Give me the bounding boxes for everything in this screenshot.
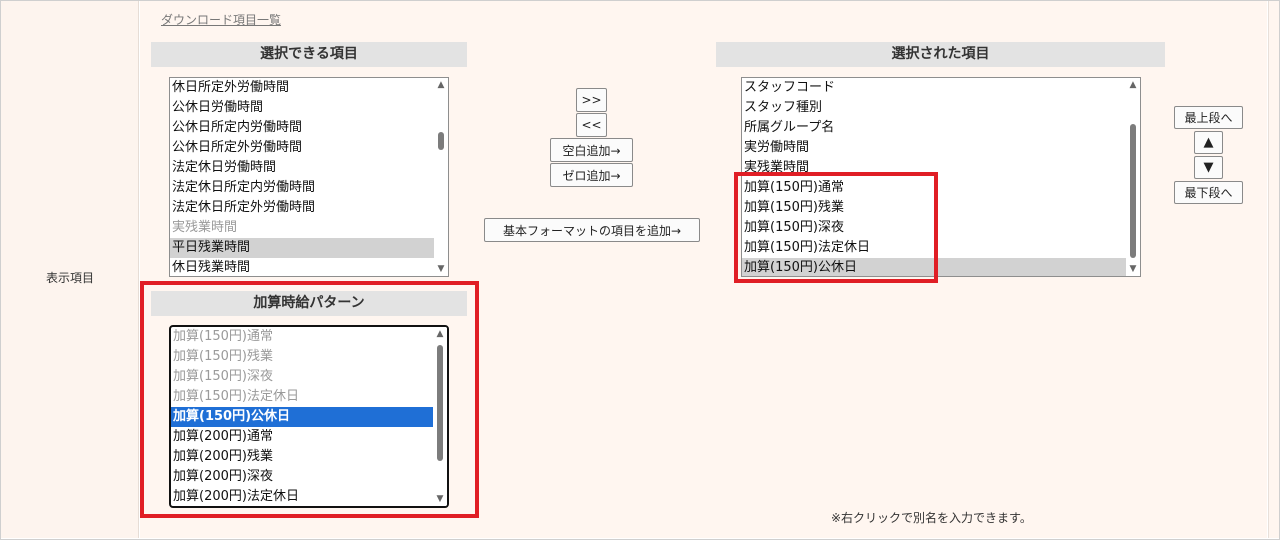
scroll-down-arrow-icon[interactable]: ▼ <box>436 264 446 274</box>
selected-items-header: 選択された項目 <box>716 42 1165 67</box>
scroll-down-arrow-icon[interactable]: ▼ <box>1128 264 1138 274</box>
list-item[interactable]: 法定休日所定内労働時間 <box>170 178 434 198</box>
available-items-scrollbar[interactable]: ▲ ▼ <box>434 78 448 276</box>
selected-items-scrollbar[interactable]: ▲ ▼ <box>1126 78 1140 276</box>
scroll-up-arrow-icon[interactable]: ▲ <box>436 80 446 90</box>
list-item[interactable]: 公休日所定内労働時間 <box>170 118 434 138</box>
list-item[interactable]: 所属グループ名 <box>742 118 1126 138</box>
list-item[interactable]: スタッフコード <box>742 78 1126 98</box>
list-item[interactable]: 法定休日労働時間 <box>170 158 434 178</box>
list-item[interactable]: 平日残業時間 <box>170 238 434 258</box>
add-zero-button[interactable]: ゼロ追加→ <box>550 163 633 187</box>
move-down-button[interactable]: ▼ <box>1194 156 1223 179</box>
move-top-button[interactable]: 最上段へ <box>1174 106 1243 129</box>
list-item[interactable]: 公休日労働時間 <box>170 98 434 118</box>
pattern-highlight-box <box>140 281 479 518</box>
rename-note: ※右クリックで別名を入力できます。 <box>831 511 1032 525</box>
move-up-button[interactable]: ▲ <box>1194 131 1223 154</box>
scroll-up-arrow-icon[interactable]: ▲ <box>1128 80 1138 90</box>
available-items-list[interactable]: 休日所定外労働時間 公休日労働時間 公休日所定内労働時間 公休日所定外労働時間 法定休日… <box>169 77 449 277</box>
scroll-thumb[interactable] <box>1130 124 1136 258</box>
list-item[interactable]: 法定休日所定外労働時間 <box>170 198 434 218</box>
add-blank-button[interactable]: 空白追加→ <box>550 138 633 162</box>
available-items-header: 選択できる項目 <box>151 42 467 67</box>
list-item[interactable]: 実労働時間 <box>742 138 1126 158</box>
remove-item-button[interactable]: << <box>576 113 607 137</box>
scroll-thumb[interactable] <box>438 132 444 150</box>
row-label-cell: 表示項目 <box>1 1 139 538</box>
row-label: 表示項目 <box>45 271 94 285</box>
move-bottom-button[interactable]: 最下段へ <box>1174 181 1243 204</box>
add-basic-format-button[interactable]: 基本フォーマットの項目を追加→ <box>484 218 700 242</box>
list-item[interactable]: 休日所定外労働時間 <box>170 78 434 98</box>
selected-highlight-box <box>734 172 938 283</box>
list-item[interactable]: スタッフ種別 <box>742 98 1126 118</box>
download-items-link[interactable]: ダウンロード項目一覧 <box>161 11 281 28</box>
list-item[interactable]: 公休日所定外労働時間 <box>170 138 434 158</box>
add-item-button[interactable]: >> <box>576 88 607 112</box>
right-edge-strip <box>1268 1 1279 538</box>
list-item[interactable]: 実残業時間 <box>170 218 434 238</box>
list-item[interactable]: 休日残業時間 <box>170 258 434 276</box>
